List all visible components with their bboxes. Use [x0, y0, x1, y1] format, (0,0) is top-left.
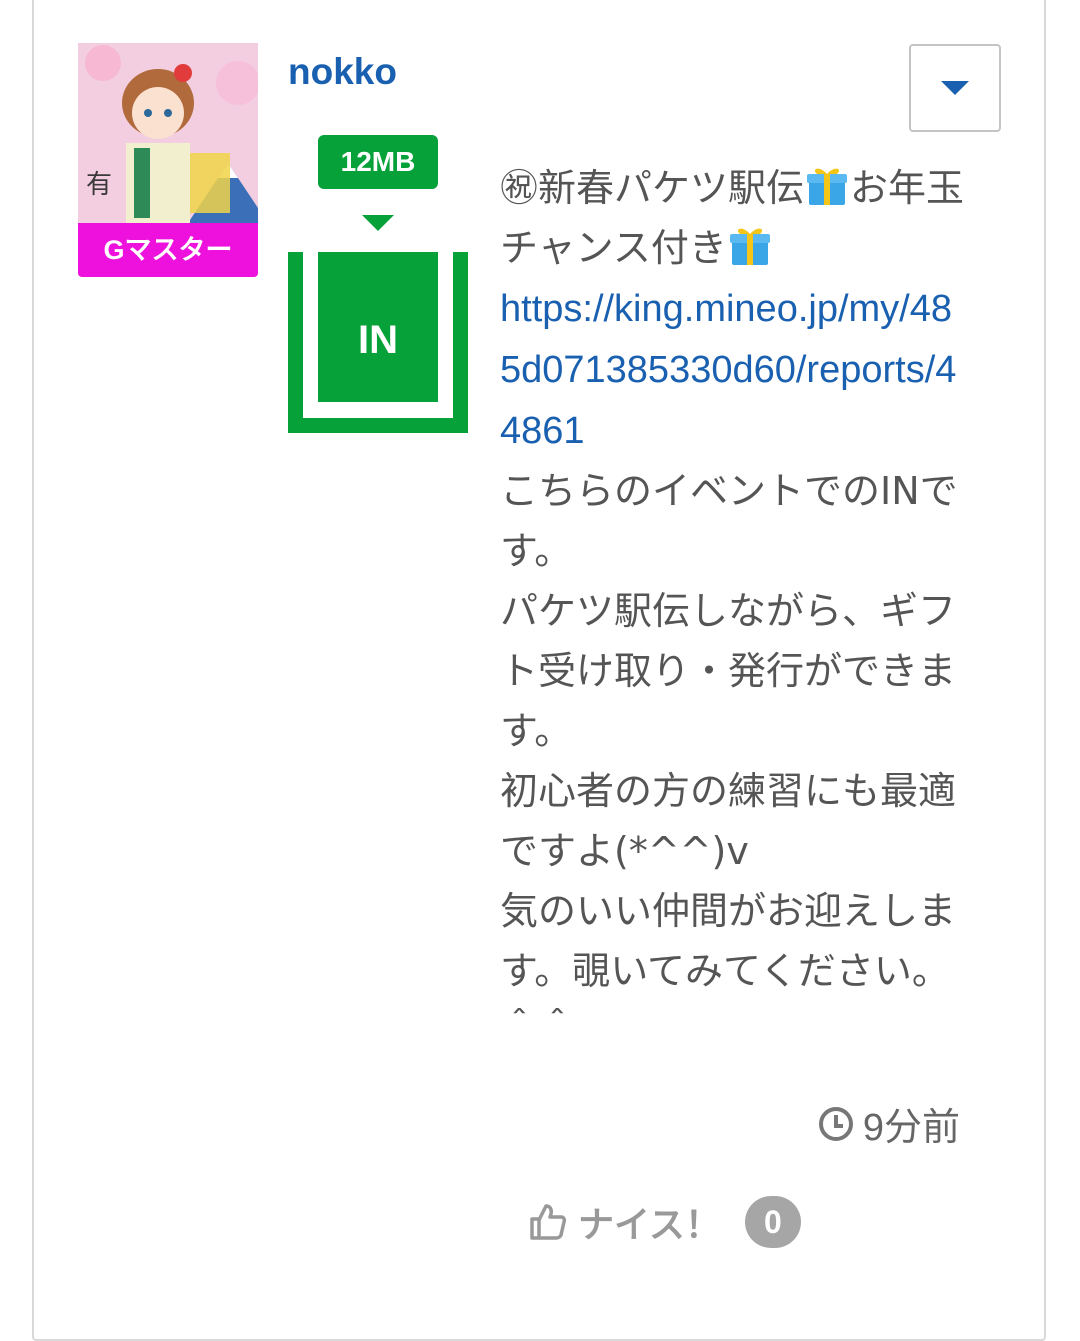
event-report-link[interactable]: https://king.mineo.jp/my/485d071385330d6… [500, 288, 956, 452]
clock-icon [818, 1106, 853, 1141]
message-text-1a: ㊗新春パケツ駅伝 [500, 166, 805, 210]
chevron-down-icon [941, 81, 969, 95]
capacity-badge: 12MB [318, 135, 438, 189]
gift-emoji-icon [728, 223, 772, 267]
like-label: ナイス！ [578, 1204, 721, 1245]
message-body: こちらのイベントでのINです。 パケツ駅伝しながら、ギフト受け取り・発行ができま… [500, 469, 958, 1053]
svg-text:有: 有 [86, 170, 112, 200]
post-timestamp: 9分前 [818, 1096, 960, 1151]
thumbs-up-icon [530, 1204, 567, 1240]
avatar-image: 有 [78, 43, 258, 223]
gift-emoji-icon [805, 163, 849, 207]
arrow-down-icon [362, 215, 394, 231]
user-rank-badge: Gマスター [78, 223, 258, 277]
post-menu-button[interactable] [909, 44, 1001, 132]
like-button[interactable]: ナイス！ 0 [528, 1196, 801, 1248]
timestamp-text: 9分前 [862, 1107, 960, 1149]
message-text-1b: お [850, 166, 889, 210]
post-message: ㊗新春パケツ駅伝 お年玉チャンス付き https://king.mineo.jp/… [500, 158, 970, 1061]
user-name-link[interactable]: nokko [288, 50, 397, 94]
direction-in-label: IN [318, 252, 438, 402]
like-count-badge: 0 [744, 1196, 801, 1248]
user-avatar[interactable]: 有 [78, 43, 258, 223]
